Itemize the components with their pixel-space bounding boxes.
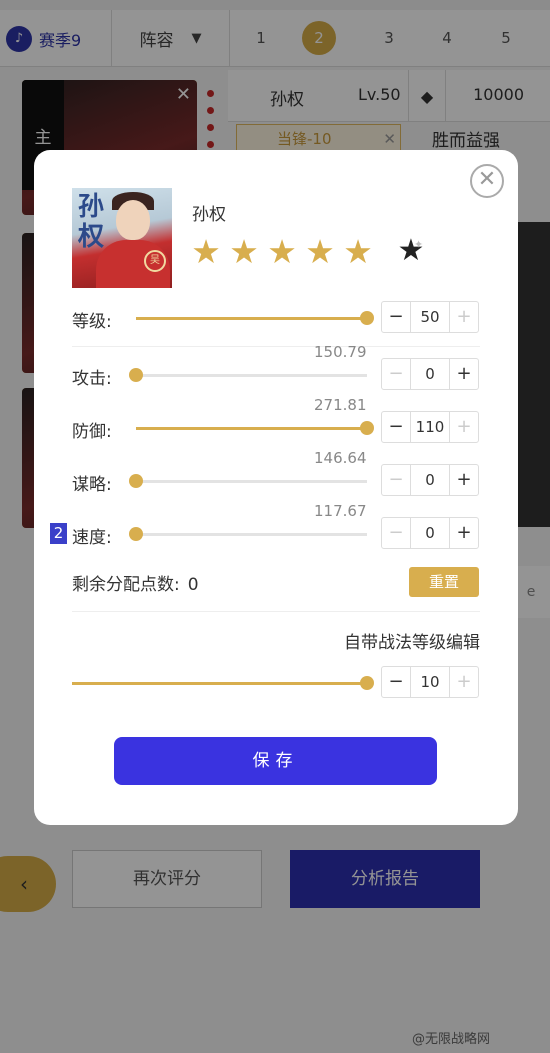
stat-label: 攻击: [72, 369, 112, 389]
minus-button[interactable]: − [382, 412, 410, 442]
slider-knob[interactable] [360, 421, 374, 435]
stat-row-strategy: 谋略: 146.64 − 0 + [34, 449, 518, 502]
divider [72, 346, 480, 347]
star-icon: ★ [229, 232, 259, 271]
slider-knob[interactable] [129, 527, 143, 541]
remaining-value: 0 [187, 575, 199, 595]
save-button[interactable]: 保存 [114, 737, 437, 785]
divider [72, 611, 480, 612]
star-icon: ★ [191, 232, 221, 271]
minus-button[interactable]: − [382, 359, 410, 389]
attack-slider[interactable] [129, 368, 367, 382]
remaining-label: 剩余分配点数: [72, 575, 180, 595]
stat-row-level: 等级: − 50 + [34, 299, 518, 339]
plus-button[interactable]: + [450, 667, 478, 697]
tactic-level-stepper: − 10 + [381, 666, 479, 698]
stat-label: 谋略: [72, 475, 112, 495]
speed-slider[interactable] [129, 527, 367, 541]
defense-slider[interactable] [136, 421, 374, 435]
stat-value: 150.79 [314, 343, 367, 361]
defense-stepper: − 110 + [381, 411, 479, 443]
minus-button[interactable]: − [382, 518, 410, 548]
kingdom-seal: 吴 [144, 250, 166, 272]
awaken-star-icon[interactable]: ★ ✦ [394, 234, 428, 268]
stat-row-attack: 攻击: 150.79 − 0 + [34, 343, 518, 396]
reset-button[interactable]: 重置 [409, 567, 479, 597]
level-slider[interactable] [136, 311, 374, 325]
minus-button[interactable]: − [382, 667, 410, 697]
hero-avatar: 孙权 吴 [72, 188, 172, 288]
minus-button[interactable]: − [382, 465, 410, 495]
strategy-slider[interactable] [129, 474, 367, 488]
stat-value: 146.64 [314, 449, 367, 467]
hero-name: 孙权 [192, 205, 226, 225]
slider-knob[interactable] [129, 368, 143, 382]
minus-button[interactable]: − [382, 302, 410, 332]
plus-button[interactable]: + [450, 359, 478, 389]
stat-label: 等级: [72, 312, 112, 332]
plus-button[interactable]: + [450, 412, 478, 442]
speed-stepper: − 0 + [381, 517, 479, 549]
speed-badge: 2 [50, 523, 67, 544]
stat-value: 117.67 [314, 502, 367, 520]
level-stepper: − 50 + [381, 301, 479, 333]
tactic-level-title: 自带战法等级编辑 [344, 633, 480, 653]
slider-knob[interactable] [360, 676, 374, 690]
avatar-name-text: 孙权 [78, 192, 105, 252]
stepper-value[interactable]: 110 [410, 412, 450, 442]
stepper-value[interactable]: 0 [410, 518, 450, 548]
tactic-level-row: − 10 + [34, 664, 518, 704]
strategy-stepper: − 0 + [381, 464, 479, 496]
plus-button[interactable]: + [450, 518, 478, 548]
close-icon[interactable]: ✕ [470, 164, 504, 198]
stat-label: 防御: [72, 422, 112, 442]
star-icon: ★ [267, 232, 297, 271]
plus-button[interactable]: + [450, 465, 478, 495]
stat-label: 速度: [72, 528, 112, 548]
stepper-value[interactable]: 10 [410, 667, 450, 697]
slider-knob[interactable] [360, 311, 374, 325]
stepper-value[interactable]: 50 [410, 302, 450, 332]
star-icon: ★ [343, 232, 373, 271]
stepper-value[interactable]: 0 [410, 465, 450, 495]
tactic-level-slider[interactable] [72, 676, 374, 690]
attack-stepper: − 0 + [381, 358, 479, 390]
slider-knob[interactable] [129, 474, 143, 488]
stat-row-defense: 防御: 271.81 − 110 + [34, 396, 518, 449]
hero-edit-modal: ✕ 孙权 吴 孙权 ★ ★ ★ ★ ★ ★ ✦ 等级: − 50 + 攻击: 15… [34, 150, 518, 825]
star-rating: ★ ★ ★ ★ ★ [190, 232, 374, 271]
stat-value: 271.81 [314, 396, 367, 414]
stepper-value[interactable]: 0 [410, 359, 450, 389]
stat-row-speed: 2 速度: 117.67 − 0 + [34, 502, 518, 555]
plus-button[interactable]: + [450, 302, 478, 332]
star-icon: ★ [305, 232, 335, 271]
remaining-points: 剩余分配点数: 0 [72, 570, 199, 595]
